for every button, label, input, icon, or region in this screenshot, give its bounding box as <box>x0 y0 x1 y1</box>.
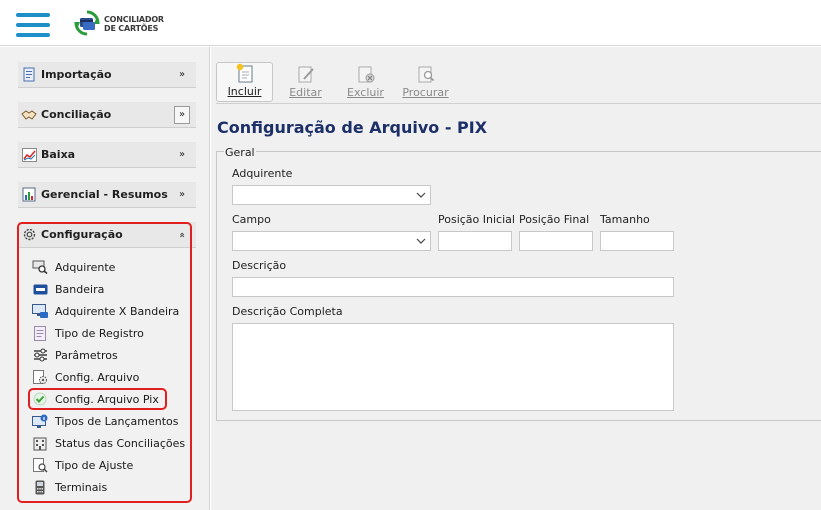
adquirente-label: Adquirente <box>232 167 293 180</box>
sidebar-group-conciliacao[interactable]: Conciliação » <box>18 102 196 128</box>
report-icon <box>21 187 37 203</box>
sidebar-item-tipo-de-ajuste[interactable]: Tipo de Ajuste <box>32 455 133 475</box>
app-header: CONCILIADOR DE CARTÕES <box>0 0 821 46</box>
excluir-label: Excluir <box>347 86 384 99</box>
hamburger-menu-icon[interactable] <box>16 13 50 39</box>
chevron-down-icon[interactable]: » <box>174 67 190 83</box>
sidebar-group-gerencial-resumos[interactable]: Gerencial - Resumos » <box>18 182 196 208</box>
building-icon <box>32 435 48 451</box>
logo-text: CONCILIADOR DE CARTÕES <box>104 15 164 33</box>
sidebar-item-status-das-conciliacoes[interactable]: Status das Conciliações <box>32 433 185 453</box>
delete-document-icon <box>356 64 376 84</box>
sidebar-item-label: Terminais <box>55 480 108 494</box>
chevron-down-icon <box>416 192 426 198</box>
posicao-inicial-input[interactable] <box>438 231 512 251</box>
sidebar-item-label: Tipo de Registro <box>55 326 144 340</box>
procurar-label: Procurar <box>402 86 449 99</box>
sliders-icon <box>32 347 48 363</box>
search-document-icon <box>416 64 436 84</box>
descricao-completa-label: Descrição Completa <box>232 305 343 318</box>
adquirente-select[interactable] <box>232 185 431 205</box>
sidebar-item-label: Config. Arquivo <box>55 370 140 384</box>
logo-line2: DE CARTÕES <box>104 24 159 33</box>
toolbar: Incluir Editar Excluir Procurar <box>216 58 821 104</box>
sidebar-group-label: Gerencial - Resumos <box>41 188 168 201</box>
descricao-completa-textarea[interactable] <box>232 323 674 411</box>
sidebar-group-label: Baixa <box>41 148 76 161</box>
sidebar-item-tipo-de-registro[interactable]: Tipo de Registro <box>32 323 144 343</box>
sidebar-item-bandeira[interactable]: Bandeira <box>32 279 104 299</box>
handshake-icon <box>21 107 37 123</box>
chevron-down-icon[interactable]: » <box>174 105 190 124</box>
campo-select[interactable] <box>232 231 431 251</box>
sidebar-group-label: Importação <box>41 68 112 81</box>
chart-line-icon <box>21 147 37 163</box>
incluir-label: Incluir <box>227 85 262 98</box>
edit-document-icon <box>296 64 316 84</box>
new-document-icon <box>235 63 255 83</box>
sidebar-item-label: Config. Arquivo Pix <box>55 392 159 406</box>
sidebar-group-label: Conciliação <box>41 108 112 121</box>
import-icon <box>21 67 37 83</box>
sidebar-item-parametros[interactable]: Parâmetros <box>32 345 118 365</box>
sidebar-item-label: Adquirente X Bandeira <box>55 304 180 318</box>
posicao-inicial-label: Posição Inicial <box>438 213 515 226</box>
sidebar-item-label: Status das Conciliações <box>55 436 186 450</box>
search-card-icon <box>32 259 48 275</box>
tamanho-label: Tamanho <box>600 213 650 226</box>
monitor-info-icon <box>32 413 48 429</box>
sidebar-item-label: Bandeira <box>55 282 105 296</box>
page-title: Configuração de Arquivo - PIX <box>217 118 488 137</box>
procurar-button[interactable]: Procurar <box>397 62 454 102</box>
sidebar-item-label: Tipos de Lançamentos <box>55 414 179 428</box>
chevron-down-icon[interactable]: » <box>174 187 190 203</box>
check-circle-icon <box>32 391 48 407</box>
editar-button[interactable]: Editar <box>277 62 334 102</box>
sidebar-item-adquirente-x-bandeira[interactable]: Adquirente X Bandeira <box>32 301 179 321</box>
descricao-input[interactable] <box>232 277 674 297</box>
pos-terminal-icon <box>32 479 48 495</box>
sidebar-item-label: Tipo de Ajuste <box>55 458 134 472</box>
sidebar-item-label: Adquirente <box>55 260 116 274</box>
sidebar-group-importacao[interactable]: Importação » <box>18 62 196 88</box>
excluir-button[interactable]: Excluir <box>337 62 394 102</box>
sidebar-group-baixa[interactable]: Baixa » <box>18 142 196 168</box>
sidebar-item-adquirente[interactable]: Adquirente <box>32 257 115 277</box>
sidebar-item-config-arquivo-pix[interactable]: Config. Arquivo Pix <box>32 389 159 409</box>
incluir-button[interactable]: Incluir <box>216 62 273 102</box>
document-icon <box>32 325 48 341</box>
descricao-label: Descrição <box>232 259 287 272</box>
file-search-icon <box>32 457 48 473</box>
card-brand-icon <box>32 281 48 297</box>
tamanho-input[interactable] <box>600 231 674 251</box>
editar-label: Editar <box>289 86 322 99</box>
sidebar-item-config-arquivo[interactable]: Config. Arquivo <box>32 367 139 387</box>
logo-line1: CONCILIADOR <box>104 15 164 24</box>
geral-group-label: Geral <box>224 146 256 159</box>
sidebar-item-terminais[interactable]: Terminais <box>32 477 107 497</box>
chevron-down-icon <box>416 238 426 244</box>
posicao-final-input[interactable] <box>519 231 593 251</box>
posicao-final-label: Posição Final <box>519 213 590 226</box>
logo-icon <box>74 10 100 38</box>
sidebar-item-tipos-de-lancamentos[interactable]: Tipos de Lançamentos <box>32 411 178 431</box>
app-logo: CONCILIADOR DE CARTÕES <box>74 9 164 39</box>
campo-label: Campo <box>232 213 271 226</box>
monitor-card-icon <box>32 303 48 319</box>
sidebar-item-label: Parâmetros <box>55 348 118 362</box>
file-gear-icon <box>32 369 48 385</box>
chevron-down-icon[interactable]: » <box>174 147 190 163</box>
